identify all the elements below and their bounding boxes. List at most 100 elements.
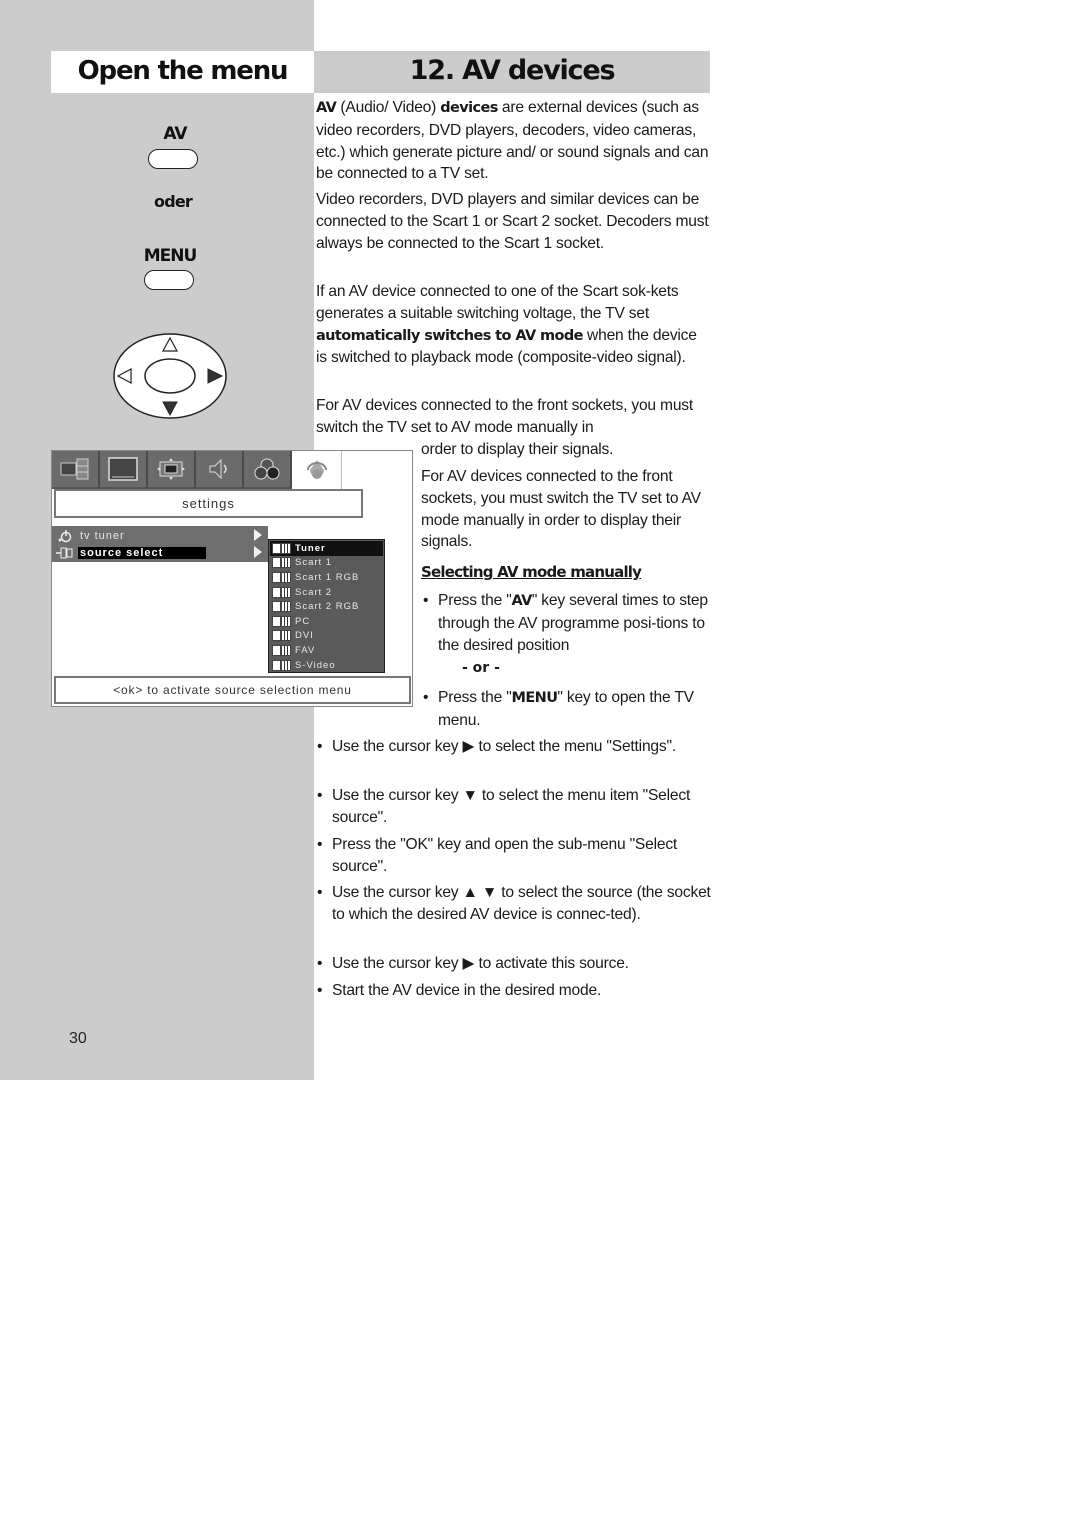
chevron-right-icon bbox=[254, 546, 262, 558]
bold-text: AV bbox=[511, 593, 533, 609]
side-title-box: Open the menu bbox=[51, 51, 314, 93]
settings-icon bbox=[306, 460, 327, 479]
source-icon bbox=[272, 601, 293, 613]
av-key-button[interactable] bbox=[148, 149, 198, 169]
cursor-dpad[interactable] bbox=[112, 332, 228, 420]
menu-tab-row bbox=[52, 451, 347, 489]
step-item: • Press the "OK" key and open the sub-men… bbox=[317, 834, 697, 878]
scart-paragraph: Video recorders, DVD players and similar… bbox=[316, 191, 709, 252]
screen-icon bbox=[108, 457, 138, 481]
speaker-icon bbox=[209, 458, 227, 480]
step-text: Use the cursor key ▼ to select the menu … bbox=[332, 787, 691, 826]
chevron-right-icon bbox=[254, 529, 262, 541]
source-icon bbox=[272, 586, 293, 598]
section-heading: Selecting AV mode manually bbox=[421, 563, 642, 581]
source-item-scart1[interactable]: Scart 1 bbox=[270, 556, 383, 571]
step-text: Start the AV device in the desired mode. bbox=[332, 982, 602, 999]
bold-text: MENU bbox=[511, 690, 558, 706]
menu-key-label: MENU bbox=[143, 246, 198, 266]
menu-item-tv-tuner[interactable]: tv tuner bbox=[52, 528, 268, 544]
bullet-dot: • bbox=[317, 836, 323, 853]
picture-in-picture-icon bbox=[60, 458, 89, 480]
source-icon bbox=[272, 571, 293, 583]
auto-switch-paragraph: If an AV device connected to one of the … bbox=[316, 281, 710, 369]
tab-settings[interactable] bbox=[292, 451, 342, 489]
source-item-scart2-rgb[interactable]: Scart 2 RGB bbox=[270, 599, 383, 614]
bullet-dot: • bbox=[317, 982, 323, 999]
source-label: Scart 2 RGB bbox=[295, 601, 360, 613]
source-icon bbox=[272, 630, 293, 642]
bold-text: AV bbox=[316, 100, 337, 116]
step-text: Use the cursor key ▶ to activate this so… bbox=[332, 955, 629, 972]
text: Press the " bbox=[438, 689, 512, 706]
bullet-dot: • bbox=[423, 689, 429, 706]
source-label: S-Video bbox=[295, 659, 336, 671]
menu-item-source-select[interactable]: source select bbox=[52, 545, 268, 561]
source-icon bbox=[272, 557, 293, 569]
menu-item-label: tv tuner bbox=[80, 530, 125, 542]
menu-title-bar: settings bbox=[54, 489, 363, 518]
page-number: 30 bbox=[69, 1030, 87, 1047]
tab-format[interactable] bbox=[148, 451, 196, 489]
source-icon bbox=[272, 615, 293, 627]
source-label: Scart 2 bbox=[295, 586, 333, 598]
source-item-pc[interactable]: PC bbox=[270, 614, 383, 629]
bullet-dot: • bbox=[317, 787, 323, 804]
menu-hint-bar: <ok> to activate source selection menu bbox=[54, 676, 411, 704]
bullet-dot: • bbox=[317, 884, 323, 901]
source-item-dvi[interactable]: DVI bbox=[270, 629, 383, 644]
text: Press the " bbox=[438, 592, 512, 609]
bullet-dot: • bbox=[317, 955, 323, 972]
step-text: Use the cursor key ▲ ▼ to select the sou… bbox=[332, 884, 711, 923]
side-title: Open the menu bbox=[77, 56, 289, 86]
tab-pip[interactable] bbox=[52, 451, 100, 489]
source-item-fav[interactable]: FAV bbox=[270, 643, 383, 658]
page-title: 12. AV devices bbox=[409, 55, 616, 86]
bullet-dot: • bbox=[423, 592, 429, 609]
tab-picture[interactable] bbox=[100, 451, 148, 489]
step-text: Use the cursor key ▶ to select the menu … bbox=[332, 738, 676, 755]
step-item: • Use the cursor key ▼ to select the menu… bbox=[317, 785, 697, 829]
menu-item-label: source select bbox=[78, 547, 206, 559]
source-label: DVI bbox=[295, 630, 314, 642]
source-label: Scart 1 bbox=[295, 557, 333, 569]
av-key-label: AV bbox=[163, 124, 187, 144]
source-item-scart2[interactable]: Scart 2 bbox=[270, 585, 383, 600]
source-label: PC bbox=[295, 615, 311, 627]
bullet-menu-key: • Press the "MENU" key to open the TV men… bbox=[423, 687, 713, 732]
source-item-tuner[interactable]: Tuner bbox=[270, 541, 383, 556]
or-separator: - or - bbox=[462, 660, 500, 676]
text: (Audio/ Video) bbox=[336, 99, 441, 116]
front-sockets-paragraph: For AV devices connected to the front so… bbox=[421, 468, 701, 551]
source-icon bbox=[272, 659, 293, 671]
step-item: • Use the cursor key ▲ ▼ to select the so… bbox=[317, 882, 713, 926]
front-sockets-paragraph-b: order to display their signals. bbox=[421, 441, 614, 458]
bullet-dot: • bbox=[317, 738, 323, 755]
source-item-scart1-rgb[interactable]: Scart 1 RGB bbox=[270, 570, 383, 585]
tab-color[interactable] bbox=[244, 451, 292, 489]
menu-key-button[interactable] bbox=[144, 270, 194, 290]
step-item: • Use the cursor key ▶ to select the menu… bbox=[317, 736, 697, 758]
source-list: Tuner Scart 1 Scart 1 RGB Scart 2 Scart … bbox=[268, 539, 385, 673]
source-select-icon bbox=[52, 547, 78, 559]
bullet-av-key: • Press the "AV" key several times to ste… bbox=[423, 590, 713, 656]
tv-tuner-icon bbox=[52, 529, 78, 543]
bold-text: automatically switches to AV mode bbox=[316, 327, 584, 344]
source-label: Tuner bbox=[295, 542, 326, 554]
source-item-svideo[interactable]: S-Video bbox=[270, 658, 383, 673]
source-label: Scart 1 RGB bbox=[295, 571, 360, 583]
ok-key[interactable] bbox=[144, 358, 196, 394]
tab-sound[interactable] bbox=[196, 451, 244, 489]
main-title-box: 12. AV devices bbox=[314, 51, 710, 93]
bold-text: devices bbox=[440, 100, 498, 116]
source-icon bbox=[272, 542, 293, 554]
intro-paragraph: AV (Audio/ Video) devices are external d… bbox=[316, 97, 712, 185]
step-item: • Use the cursor key ▶ to activate this s… bbox=[317, 953, 713, 975]
step-text: Press the "OK" key and open the sub-menu… bbox=[332, 836, 678, 875]
source-label: FAV bbox=[295, 644, 316, 656]
color-icon bbox=[254, 458, 280, 480]
settings-menu-list: tv tuner source select bbox=[52, 526, 268, 562]
step-item: • Start the AV device in the desired mode… bbox=[317, 980, 713, 1002]
text: If an AV device connected to one of the … bbox=[316, 283, 679, 322]
source-icon bbox=[272, 644, 293, 656]
